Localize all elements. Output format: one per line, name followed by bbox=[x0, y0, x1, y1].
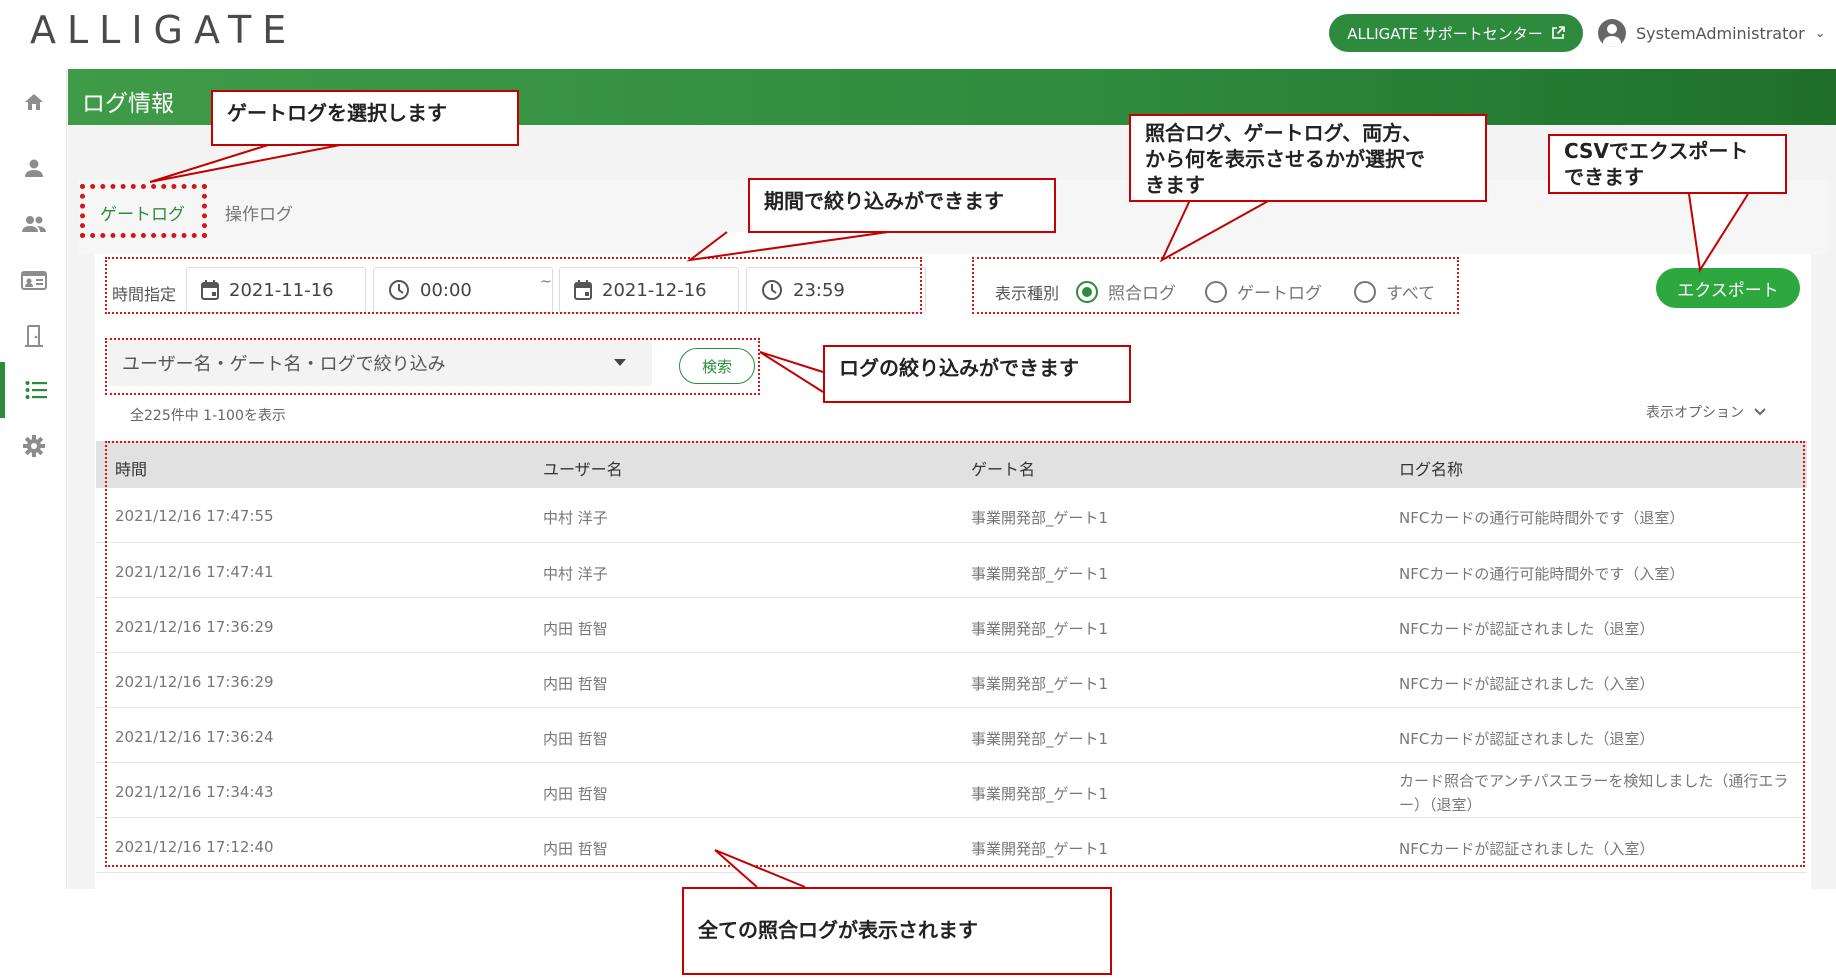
highlight-search bbox=[105, 338, 760, 395]
support-center-button[interactable]: ALLIGATE サポートセンター bbox=[1329, 14, 1583, 52]
door-icon bbox=[24, 325, 43, 347]
chevron-down-icon: ⌄ bbox=[1814, 25, 1826, 41]
user-name: SystemAdministrator bbox=[1636, 23, 1805, 43]
list-icon bbox=[25, 381, 47, 399]
annotation-line: から何を表示させるかが選択で bbox=[1145, 147, 1425, 171]
annotation-period-filter: 期間で絞り込みができます bbox=[748, 178, 1056, 233]
annotation-line: CSVでエクスポート bbox=[1564, 139, 1749, 163]
sidebar-item-users[interactable] bbox=[0, 196, 67, 252]
support-center-label: ALLIGATE サポートセンター bbox=[1347, 24, 1543, 43]
highlight-table bbox=[105, 441, 1805, 867]
tab-operation-log[interactable]: 操作ログ bbox=[225, 200, 293, 225]
highlight-gate-log-tab bbox=[80, 184, 207, 238]
external-link-icon bbox=[1551, 26, 1565, 39]
page-title: ログ情報 bbox=[82, 91, 174, 117]
sidebar-item-gates[interactable] bbox=[0, 308, 67, 364]
home-icon bbox=[24, 94, 43, 110]
export-button[interactable]: エクスポート bbox=[1656, 268, 1800, 308]
gear-icon bbox=[22, 435, 45, 457]
annotation-kind-select: 照合ログ、ゲートログ、両方、 から何を表示させるかが選択で きます bbox=[1129, 114, 1487, 202]
sidebar-item-logs[interactable] bbox=[0, 362, 67, 418]
annotation-csv-export: CSVでエクスポート できます bbox=[1548, 134, 1787, 194]
sidebar-item-user[interactable] bbox=[0, 140, 67, 196]
annotation-line: 照合ログ、ゲートログ、両方、 bbox=[1145, 121, 1423, 145]
chevron-down-icon bbox=[1754, 408, 1766, 416]
avatar-icon bbox=[1598, 19, 1626, 47]
user-menu[interactable]: SystemAdministrator ⌄ bbox=[1598, 18, 1826, 48]
users-icon bbox=[21, 216, 46, 232]
display-options-label: 表示オプション bbox=[1646, 405, 1744, 421]
annotation-log-filter: ログの絞り込みができます bbox=[823, 345, 1131, 403]
sidebar-item-cards[interactable] bbox=[0, 252, 67, 308]
alligate-logo: ALLIGATE bbox=[30, 8, 298, 52]
annotation-select-gate-log: ゲートログを選択します bbox=[211, 90, 519, 146]
display-options-toggle[interactable]: 表示オプション bbox=[1646, 402, 1766, 422]
user-icon bbox=[24, 159, 43, 177]
highlight-period bbox=[105, 257, 922, 314]
sidebar-item-home[interactable] bbox=[0, 74, 67, 130]
sidebar-item-settings[interactable] bbox=[0, 418, 67, 474]
annotation-line: できます bbox=[1564, 165, 1644, 189]
highlight-kind bbox=[972, 257, 1459, 314]
id-card-icon bbox=[20, 271, 47, 290]
annotation-all-logs: 全ての照合ログが表示されます bbox=[682, 887, 1112, 975]
result-count: 全225件中 1-100を表示 bbox=[130, 408, 286, 424]
annotation-line: きます bbox=[1145, 173, 1205, 197]
